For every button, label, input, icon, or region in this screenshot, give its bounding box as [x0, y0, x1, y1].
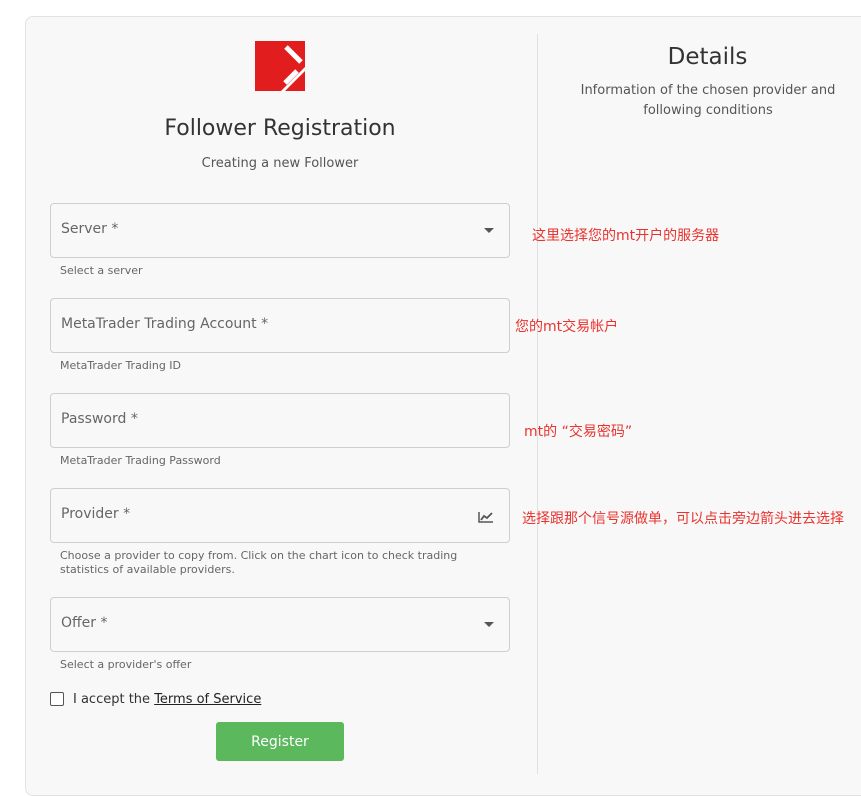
password-hint: MetaTrader Trading Password — [60, 454, 221, 467]
page-title: Follower Registration — [164, 116, 396, 141]
terms-of-service-link[interactable]: Terms of Service — [154, 692, 261, 707]
accept-prefix: I accept the — [73, 692, 155, 707]
server-label: Server * — [61, 221, 119, 237]
annotation-password: mt的 “交易密码” — [524, 424, 633, 440]
server-select[interactable]: Server * — [50, 203, 510, 258]
provider-label: Provider * — [61, 506, 131, 522]
details-title: Details — [667, 44, 748, 70]
chevron-down-icon[interactable] — [484, 622, 494, 627]
annotation-account: 您的mt交易帐户 — [515, 319, 619, 335]
chart-icon[interactable] — [478, 511, 494, 523]
annotation-provider: 选择跟那个信号源做单，可以点击旁边箭头进去选择 — [522, 511, 844, 527]
password-field[interactable]: Password * — [50, 393, 510, 448]
account-label: MetaTrader Trading Account * — [61, 316, 269, 332]
column-divider — [537, 34, 538, 774]
server-hint: Select a server — [60, 264, 143, 277]
provider-field[interactable]: Provider * — [50, 488, 510, 543]
password-label: Password * — [61, 411, 138, 427]
chevron-down-icon[interactable] — [484, 228, 494, 233]
provider-hint: Choose a provider to copy from. Click on… — [60, 549, 458, 576]
annotation-server: 这里选择您的mt开户的服务器 — [532, 228, 720, 244]
offer-select[interactable]: Offer * — [50, 597, 510, 652]
offer-hint: Select a provider's offer — [60, 658, 192, 671]
brand-logo-icon — [255, 41, 305, 91]
terms-checkbox[interactable] — [50, 692, 64, 706]
offer-label: Offer * — [61, 615, 108, 631]
details-description: Information of the chosen provider and f… — [580, 83, 836, 118]
accept-terms-text: I accept the Terms of Service — [73, 692, 261, 707]
register-button[interactable]: Register — [216, 722, 344, 761]
account-field[interactable]: MetaTrader Trading Account * — [50, 298, 510, 353]
account-hint: MetaTrader Trading ID — [60, 359, 182, 372]
page-subtitle: Creating a new Follower — [201, 156, 359, 171]
